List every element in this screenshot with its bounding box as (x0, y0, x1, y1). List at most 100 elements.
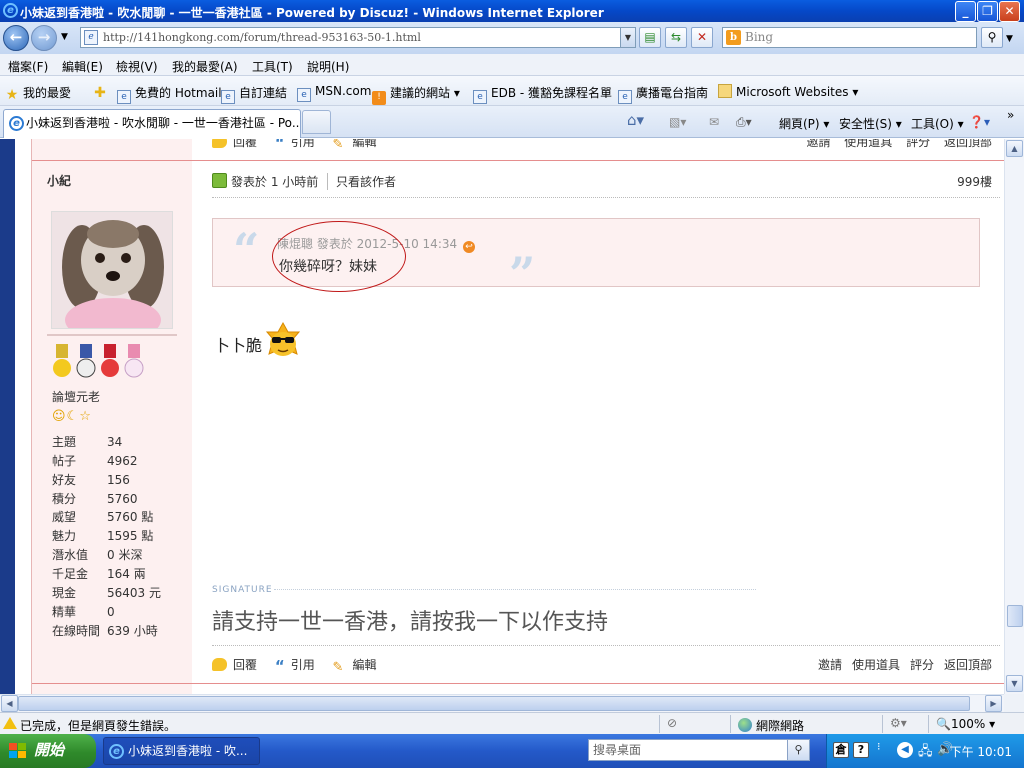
quote-icon: “ (274, 657, 285, 675)
search-input[interactable]: b Bing (722, 27, 977, 48)
refresh-icon[interactable]: ⇆ (665, 27, 687, 48)
bing-icon: b (726, 30, 741, 45)
use-item-link[interactable]: 使用道具 (852, 658, 900, 672)
stat-topics: 主題 34 (52, 435, 123, 449)
quote-link[interactable]: 引用 (291, 658, 315, 672)
scrollbar-corner (1004, 694, 1024, 712)
prev-back-to-top-link[interactable]: 返回頂部 (944, 139, 992, 149)
avatar[interactable] (51, 211, 173, 329)
star-icon: ★ (5, 87, 19, 103)
horizontal-scrollbar[interactable]: ◀ ▶ (0, 694, 1004, 712)
stat-prestige: 威望 5760 點 (52, 510, 154, 524)
restore-button[interactable]: ❐ (977, 1, 998, 22)
url-input[interactable]: e http://141hongkong.com/forum/thread-95… (80, 27, 636, 48)
back-to-top-link[interactable]: 返回頂部 (944, 658, 992, 672)
prev-quote-link[interactable]: 引用 (291, 139, 315, 149)
protected-mode-icon[interactable]: ⚙▾ (890, 716, 907, 730)
page-menu[interactable]: 網頁(P) ▾ (779, 115, 829, 132)
fav-msn[interactable]: e MSN.com (297, 84, 371, 102)
safety-menu[interactable]: 安全性(S) ▾ (839, 115, 902, 132)
ime-settings-icon[interactable]: ⁝ (877, 740, 881, 753)
menu-tools[interactable]: 工具(T) (252, 58, 293, 75)
back-button[interactable]: ← (3, 25, 29, 51)
compat-view-icon[interactable]: ▤ (639, 27, 661, 48)
tools-menu[interactable]: 工具(O) ▾ (911, 115, 964, 132)
signature-link[interactable]: 請支持一世一香港，請按我一下以作支持 (212, 604, 608, 636)
prev-reply-link[interactable]: 回覆 (233, 139, 257, 149)
ime-icon[interactable]: 倉 (833, 742, 849, 758)
scroll-right-icon[interactable]: ▶ (985, 695, 1002, 712)
username[interactable]: 小紀 (47, 172, 71, 189)
vertical-scroll-thumb[interactable] (1007, 605, 1023, 627)
fav-edb[interactable]: e EDB - 獲豁免課程名單 (473, 84, 612, 104)
close-button[interactable]: ✕ (999, 1, 1020, 22)
scroll-up-icon[interactable]: ▲ (1006, 140, 1023, 157)
minimize-button[interactable]: _ (955, 1, 976, 22)
view-author-only-link[interactable]: 只看該作者 (327, 173, 396, 190)
scroll-left-icon[interactable]: ◀ (1, 695, 18, 712)
clock[interactable]: 下午 10:01 (950, 743, 1012, 760)
taskbar-ie-window[interactable]: e 小妹返到香港啦 - 吹... (103, 737, 260, 765)
mail-icon[interactable]: ✉ (709, 115, 719, 129)
prev-edit-link[interactable]: 編輯 (353, 139, 377, 149)
scroll-down-icon[interactable]: ▼ (1006, 675, 1023, 692)
soccer-medal-icon (76, 344, 96, 378)
horizontal-scroll-thumb[interactable] (18, 696, 970, 711)
home-icon[interactable]: ⌂▾ (627, 111, 644, 129)
jump-to-quote-icon[interactable]: ↩ (462, 241, 475, 253)
invite-link[interactable]: 邀請 (818, 658, 842, 672)
print-icon[interactable]: ⎙▾ (736, 115, 752, 130)
network-icon[interactable]: 🖧 (918, 742, 933, 764)
menu-view[interactable]: 檢視(V) (116, 58, 158, 75)
rate-link[interactable]: 評分 (910, 658, 934, 672)
menu-edit[interactable]: 編輯(E) (62, 58, 103, 75)
prev-rate-link[interactable]: 評分 (906, 139, 930, 149)
fav-microsoft-websites[interactable]: Microsoft Websites ▾ (718, 84, 858, 99)
menu-help[interactable]: 說明(H) (307, 58, 349, 75)
desktop-search-input[interactable]: 搜尋桌面 ⚲ (588, 739, 810, 761)
help-icon[interactable]: ❓▾ (969, 115, 990, 129)
url-dropdown-icon[interactable]: ▼ (620, 28, 635, 47)
search-icon[interactable]: ⚲ (981, 27, 1003, 48)
edit-link[interactable]: 編輯 (353, 658, 377, 672)
reply-link[interactable]: 回覆 (233, 658, 257, 672)
history-dropdown-icon[interactable]: ▼ (61, 32, 68, 42)
search-icon[interactable]: ⚲ (787, 740, 809, 760)
menu-file[interactable]: 檔案(F) (8, 58, 48, 75)
feeds-icon[interactable]: ▧▾ (669, 115, 686, 129)
post-online-icon (212, 173, 227, 188)
page-icon: e (473, 90, 487, 104)
zoom-level[interactable]: 🔍100% ▾ (936, 717, 995, 731)
add-favorite-button[interactable]: ✚ (93, 84, 111, 100)
prev-use-item-link[interactable]: 使用道具 (844, 139, 892, 149)
tab-active[interactable]: e 小妹返到香港啦 - 吹水閒聊 - 一世一香港社區 - Po... (3, 109, 301, 138)
favorites-button[interactable]: ★ 我的最愛 (5, 84, 71, 102)
post-floor-number[interactable]: 999樓 (957, 173, 992, 190)
vertical-scrollbar[interactable]: ▲ ▼ (1004, 139, 1024, 694)
fav-hotmail[interactable]: e 免費的 Hotmail (117, 84, 222, 104)
security-zone[interactable]: 網際網路 (738, 717, 804, 734)
new-tab-button[interactable] (302, 110, 331, 134)
edit-icon: ✎ (332, 660, 344, 675)
fav-suggested-sites[interactable]: ! 建議的網站 ▾ (372, 84, 460, 105)
start-button[interactable]: 開始 (0, 734, 96, 768)
prev-invite-link[interactable]: 邀請 (806, 139, 830, 149)
page-icon: e (221, 90, 235, 104)
stat-credits: 積分 5760 (52, 492, 138, 506)
show-hidden-icons[interactable]: ◀ (897, 742, 913, 758)
medals (52, 344, 152, 380)
privacy-icon[interactable]: ⊘ (667, 716, 677, 730)
warning-icon[interactable] (3, 717, 17, 729)
sun-medal-icon (53, 344, 71, 377)
more-commands-icon[interactable]: » (1007, 108, 1014, 122)
status-text[interactable]: 已完成，但是網頁發生錯誤。 (20, 717, 176, 734)
search-options-icon[interactable]: ▼ (1006, 34, 1013, 44)
menu-favorites[interactable]: 我的最愛(A) (172, 58, 238, 75)
fav-radio-guide[interactable]: e 廣播電台指南 (618, 84, 708, 104)
url-text: http://141hongkong.com/forum/thread-9531… (103, 31, 421, 44)
forward-button[interactable]: → (31, 25, 57, 51)
stop-icon[interactable]: ✕ (691, 27, 713, 48)
tab-bar: e 小妹返到香港啦 - 吹水閒聊 - 一世一香港社區 - Po... ⌂▾ ▧▾… (0, 106, 1024, 138)
help-icon[interactable]: ? (853, 742, 869, 758)
fav-custom-links[interactable]: e 自訂連結 (221, 84, 287, 104)
